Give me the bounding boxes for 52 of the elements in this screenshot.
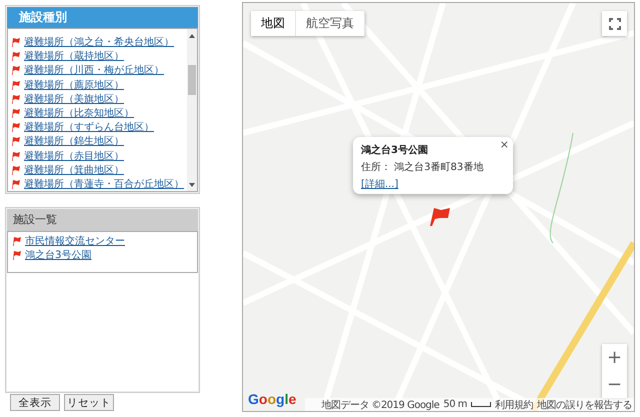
facility-type-link[interactable]: 避難場所（蔵持地区）	[24, 49, 124, 64]
scrollbar[interactable]	[187, 29, 197, 191]
facility-link[interactable]: 鴻之台3号公園	[25, 248, 92, 262]
fullscreen-button[interactable]	[602, 11, 627, 36]
scroll-down-icon[interactable]	[189, 182, 195, 188]
facility-type-link[interactable]: 避難場所（薦原地区）	[24, 78, 124, 92]
facility-type-link[interactable]: 避難場所（鴻之台・希央台地区）	[24, 35, 174, 50]
scroll-thumb[interactable]	[188, 65, 196, 95]
close-button[interactable]: ×	[500, 138, 509, 151]
zoom-in-button[interactable]: +	[602, 344, 627, 371]
flag-icon	[11, 178, 21, 189]
flag-icon	[11, 37, 21, 48]
flag-marker-icon[interactable]	[429, 206, 451, 226]
scroll-up-icon[interactable]	[189, 33, 195, 39]
flag-icon	[11, 65, 21, 76]
flag-icon	[11, 150, 21, 161]
panel-header: 施設一覧	[7, 209, 198, 231]
panel-header: 施設種別	[7, 7, 198, 28]
flag-icon	[11, 51, 21, 62]
scale-label: 50 m	[443, 399, 467, 410]
info-address: 住所： 鴻之台3番町83番地	[361, 160, 484, 174]
facility-type-link[interactable]: 避難場所（比奈知地区）	[24, 106, 134, 120]
map-type-tab[interactable]: 航空写真	[296, 11, 365, 36]
map-view[interactable]: 地図 航空写真 鴻之台3号公園 住所： 鴻之台3番町83番地 [詳細...] × + − Google 地図データ ©2019 Google 50 m 利用規約 地図の誤りを報告する	[242, 2, 635, 412]
facility-type-link[interactable]: 避難場所（川西・梅が丘地区）	[24, 63, 164, 78]
flag-icon	[11, 108, 21, 118]
info-title: 鴻之台3号公園	[361, 143, 428, 157]
scale-bar	[471, 402, 491, 407]
report-link[interactable]: 地図の誤りを報告する	[537, 398, 632, 411]
zoom-out-button[interactable]: −	[602, 371, 627, 398]
facility-type-link[interactable]: 避難場所（錦生地区）	[24, 134, 124, 148]
details-link[interactable]: [詳細...]	[361, 177, 398, 191]
facility-link[interactable]: 市民情報交流センター	[25, 234, 125, 248]
facility-type-link[interactable]: 避難場所（箕曲地区）	[24, 162, 124, 177]
map-logo: Google	[248, 391, 296, 407]
facility-type-link[interactable]: 避難場所（赤目地区）	[24, 148, 124, 163]
facility-type-link[interactable]: 避難場所（青蓮寺・百合が丘地区）	[24, 176, 184, 191]
flag-icon	[12, 236, 22, 246]
terms-link[interactable]: 利用規約	[495, 398, 533, 411]
facility-type-link[interactable]: 避難場所（美旗地区）	[24, 92, 124, 106]
fullscreen-icon	[608, 18, 620, 30]
map-type-tab[interactable]: 地図	[251, 11, 296, 36]
flag-icon	[11, 164, 21, 175]
flag-icon	[11, 136, 21, 146]
flag-icon	[12, 250, 22, 260]
facility-type-link[interactable]: 避難場所（すずらん台地区）	[24, 120, 154, 134]
flag-icon	[11, 94, 21, 104]
flag-icon	[11, 80, 21, 90]
flag-icon	[11, 122, 21, 132]
map-attribution: 地図データ ©2019 Google	[321, 398, 440, 411]
action-button[interactable]: 全表示	[10, 394, 60, 411]
action-button[interactable]: リセット	[64, 394, 114, 411]
